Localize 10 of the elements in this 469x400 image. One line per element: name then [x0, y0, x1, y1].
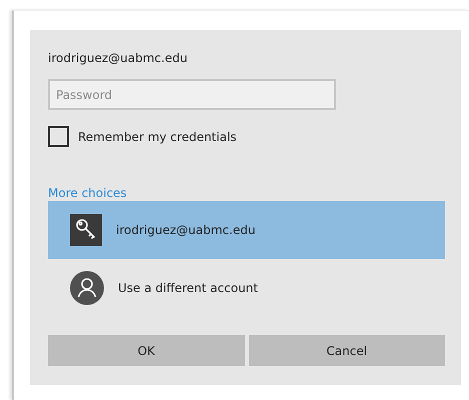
ok-button[interactable]: OK	[48, 335, 244, 366]
password-field[interactable]: Password	[48, 79, 336, 110]
account-choice[interactable]: Use a different account	[48, 259, 445, 317]
account-choice[interactable]: irodriguez@uabmc.edu	[48, 201, 445, 259]
account-email: irodriguez@uabmc.edu	[48, 50, 188, 67]
remember-label: Remember my credentials	[78, 130, 237, 144]
cancel-button[interactable]: Cancel	[248, 335, 445, 366]
remember-checkbox[interactable]	[48, 126, 69, 147]
key-icon	[70, 214, 102, 246]
user-icon	[70, 271, 104, 305]
